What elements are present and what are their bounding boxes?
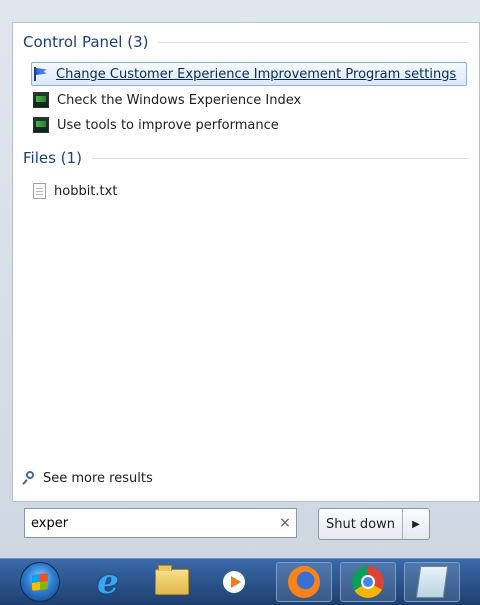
clear-search-icon[interactable]: × [274, 515, 296, 531]
result-label: Use tools to improve performance [57, 117, 279, 133]
divider [158, 41, 469, 43]
result-windows-experience-index[interactable]: Check the Windows Experience Index [33, 89, 467, 111]
result-label: Change Customer Experience Improvement P… [56, 66, 457, 82]
flag-icon [32, 66, 48, 82]
result-label: Check the Windows Experience Index [57, 92, 302, 108]
taskbar-file-explorer[interactable] [144, 562, 200, 602]
taskbar-firefox[interactable] [276, 562, 332, 602]
group-header-control-panel[interactable]: Control Panel (3) [23, 31, 469, 53]
taskbar-internet-explorer[interactable]: e [80, 562, 136, 602]
see-more-results-link[interactable]: See more results [22, 470, 153, 486]
performance-monitor-icon [33, 92, 49, 108]
group-title: Files (1) [23, 149, 82, 167]
internet-explorer-icon: e [97, 562, 119, 602]
see-more-label: See more results [43, 470, 153, 486]
start-menu-frame: Control Panel (3) Change Customer Experi… [0, 0, 480, 558]
taskbar-chrome[interactable] [340, 562, 396, 602]
search-results-panel: Control Panel (3) Change Customer Experi… [12, 22, 480, 502]
chrome-icon [352, 566, 384, 598]
taskbar-notepad[interactable] [404, 562, 460, 602]
shutdown-options-arrow-icon[interactable]: ▶ [403, 509, 429, 539]
taskbar-media-player[interactable] [206, 562, 262, 602]
result-improve-performance[interactable]: Use tools to improve performance [33, 114, 467, 136]
start-button[interactable] [12, 562, 68, 602]
performance-monitor-icon [33, 117, 49, 133]
windows-start-orb-icon [20, 562, 60, 602]
shutdown-button-group: Shut down ▶ [318, 508, 430, 540]
text-file-icon [33, 183, 46, 199]
firefox-icon [288, 566, 320, 598]
search-icon [22, 470, 38, 486]
media-player-icon [223, 571, 245, 593]
group-title: Control Panel (3) [23, 33, 149, 51]
taskbar: e [0, 558, 480, 605]
divider [91, 157, 469, 159]
search-input[interactable] [25, 509, 274, 537]
folder-icon [155, 565, 189, 595]
result-label: hobbit.txt [54, 183, 118, 199]
start-search-box[interactable]: × [24, 508, 297, 538]
result-hobbit-txt[interactable]: hobbit.txt [33, 180, 467, 202]
result-customer-experience-settings[interactable]: Change Customer Experience Improvement P… [31, 62, 467, 86]
shutdown-button[interactable]: Shut down [319, 509, 403, 539]
group-header-files[interactable]: Files (1) [23, 147, 469, 169]
notepad-icon [415, 566, 449, 598]
